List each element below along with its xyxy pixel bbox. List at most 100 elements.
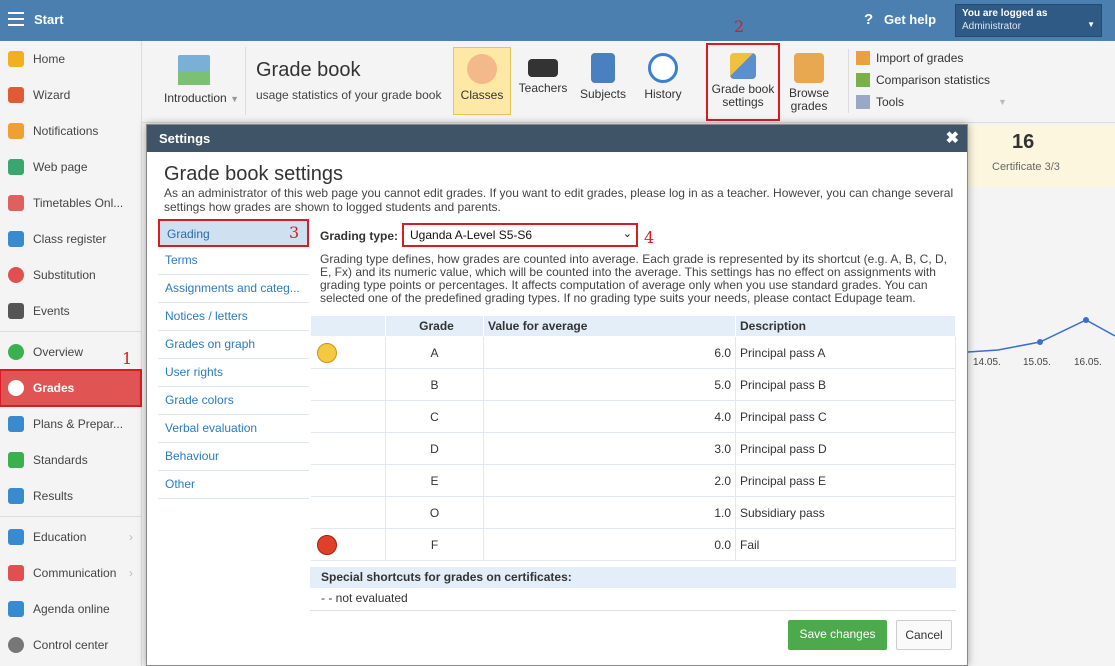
menu-item-other[interactable]: Other (158, 471, 309, 499)
gear-icon (8, 637, 24, 653)
sidebar-item-timetables[interactable]: Timetables Onl... (0, 185, 141, 221)
menu-item-terms[interactable]: Terms (158, 247, 309, 275)
import-grades-link[interactable]: Import of grades (856, 49, 990, 71)
menu-item-assignments[interactable]: Assignments and categ... (158, 275, 309, 303)
value-cell: 5.0 (483, 368, 736, 401)
table-row[interactable]: C 4.0 Principal pass C (310, 400, 956, 433)
classes-button[interactable]: Classes (453, 47, 511, 115)
menu-item-grade-colors[interactable]: Grade colors (158, 387, 309, 415)
dialog-header-title: Settings (159, 131, 211, 146)
wand-icon (8, 87, 24, 103)
not-evaluated-shortcut: - - not evaluated (321, 591, 408, 605)
menu-item-grades-on-graph[interactable]: Grades on graph (158, 331, 309, 359)
cancel-button[interactable]: Cancel (896, 620, 952, 650)
sidebar-item-grades[interactable]: Grades (0, 369, 142, 407)
certificate-card: 16 Certificate 3/3 (968, 125, 1115, 187)
subjects-button[interactable]: Subjects (574, 47, 632, 115)
settings-dialog: Settings ✖ Grade book settings As an adm… (146, 124, 968, 666)
history-button[interactable]: History (634, 47, 692, 115)
teachers-button[interactable]: Teachers (514, 47, 572, 115)
page-title: Grade book (256, 59, 361, 81)
date-label: 15.05. (1023, 357, 1051, 368)
folder-icon (794, 53, 824, 83)
sidebar-item-control-center[interactable]: Control center (0, 627, 141, 663)
import-icon (856, 51, 870, 65)
comparison-statistics-link[interactable]: Comparison statistics (856, 71, 990, 93)
introduction-button[interactable]: Introduction ▼ (150, 47, 246, 115)
menu-item-user-rights[interactable]: User rights (158, 359, 309, 387)
description-cell: Principal pass A (735, 336, 956, 369)
close-icon[interactable]: ✖ (946, 125, 959, 152)
toolbar-divider (848, 49, 849, 113)
save-changes-button[interactable]: Save changes (788, 620, 887, 650)
sidebar-item-results[interactable]: Results (0, 478, 141, 514)
menu-item-grading[interactable]: Grading (158, 219, 309, 247)
grade-cell: C (385, 400, 484, 433)
user-menu[interactable]: You are logged as Administrator ▼ (955, 4, 1102, 37)
sidebar-item-notifications[interactable]: Notifications (0, 113, 141, 149)
tools-icon (856, 95, 870, 109)
app-title[interactable]: Start (34, 12, 64, 27)
column-header: Description (735, 315, 956, 337)
menu-item-behaviour[interactable]: Behaviour (158, 443, 309, 471)
dialog-description: As an administrator of this web page you… (164, 186, 954, 214)
grade-cell: O (385, 496, 484, 529)
help-link[interactable]: ? Get help (864, 11, 936, 28)
background-line-chart: 14.05. 15.05. 16.05. (967, 300, 1115, 380)
sidebar-item-overview[interactable]: Overview (0, 334, 141, 370)
grade-cell: D (385, 432, 484, 465)
tools-dropdown[interactable]: Tools ▼ (856, 93, 1007, 115)
sidebar-item-home[interactable]: Home (0, 41, 141, 77)
date-label: 14.05. (973, 357, 1001, 368)
plans-icon (8, 416, 24, 432)
chart-point (1037, 339, 1043, 345)
grading-type-description: Grading type defines, how grades are cou… (320, 252, 948, 305)
house-icon (8, 159, 24, 175)
grade-cell: E (385, 464, 484, 497)
description-cell: Subsidiary pass (735, 496, 956, 529)
sidebar-item-standards[interactable]: Standards (0, 442, 141, 478)
date-label: 16.05. (1074, 357, 1102, 368)
table-row[interactable]: F 0.0 Fail (310, 528, 956, 561)
chart-picture-icon (178, 55, 210, 85)
menu-item-verbal-evaluation[interactable]: Verbal evaluation (158, 415, 309, 443)
sidebar-item-wizard[interactable]: Wizard (0, 77, 141, 113)
sidebar-item-education[interactable]: Education › (0, 519, 141, 555)
browse-grades-button[interactable]: Browse grades (780, 47, 838, 115)
sidebar-item-agenda[interactable]: Agenda online (0, 591, 141, 627)
bar-chart-icon (8, 488, 24, 504)
sidebar-item-events[interactable]: Events (0, 293, 141, 329)
column-header: Grade (385, 315, 484, 337)
register-icon (8, 231, 24, 247)
sidebar-item-communication[interactable]: Communication › (0, 555, 141, 591)
value-cell: 4.0 (483, 400, 736, 433)
chevron-down-icon: ⌄ (622, 228, 632, 240)
chevron-right-icon: › (129, 530, 133, 544)
book-icon (8, 529, 24, 545)
grade-cell: F (385, 528, 484, 561)
grade-cell: B (385, 368, 484, 401)
table-row[interactable]: B 5.0 Principal pass B (310, 368, 956, 401)
hamburger-menu-icon[interactable] (8, 12, 24, 26)
grades-table: Grade Value for average Description A 6.… (310, 315, 956, 561)
table-row[interactable]: O 1.0 Subsidiary pass (310, 496, 956, 529)
sidebar-item-class-register[interactable]: Class register (0, 221, 141, 257)
student-icon (467, 54, 497, 84)
table-row[interactable]: E 2.0 Principal pass E (310, 464, 956, 497)
sidebar-item-plans[interactable]: Plans & Prepar... (0, 406, 141, 442)
column-header (310, 315, 386, 337)
menu-item-notices[interactable]: Notices / letters (158, 303, 309, 331)
chat-icon (8, 565, 24, 581)
settings-menu: Grading Terms Assignments and categ... N… (158, 219, 309, 499)
face-cell (310, 496, 386, 529)
user-role: Administrator (962, 21, 1021, 32)
description-cell: Fail (735, 528, 956, 561)
sidebar-item-substitution[interactable]: Substitution (0, 257, 141, 293)
table-row[interactable]: A 6.0 Principal pass A (310, 336, 956, 369)
annotation-number: 3 (289, 223, 300, 242)
table-row[interactable]: D 3.0 Principal pass D (310, 432, 956, 465)
book-icon (591, 53, 615, 83)
sidebar-item-web-page[interactable]: Web page (0, 149, 141, 185)
grading-type-select[interactable]: Uganda A-Level S5-S6 ⌄ (402, 223, 638, 247)
face-cell (310, 368, 386, 401)
